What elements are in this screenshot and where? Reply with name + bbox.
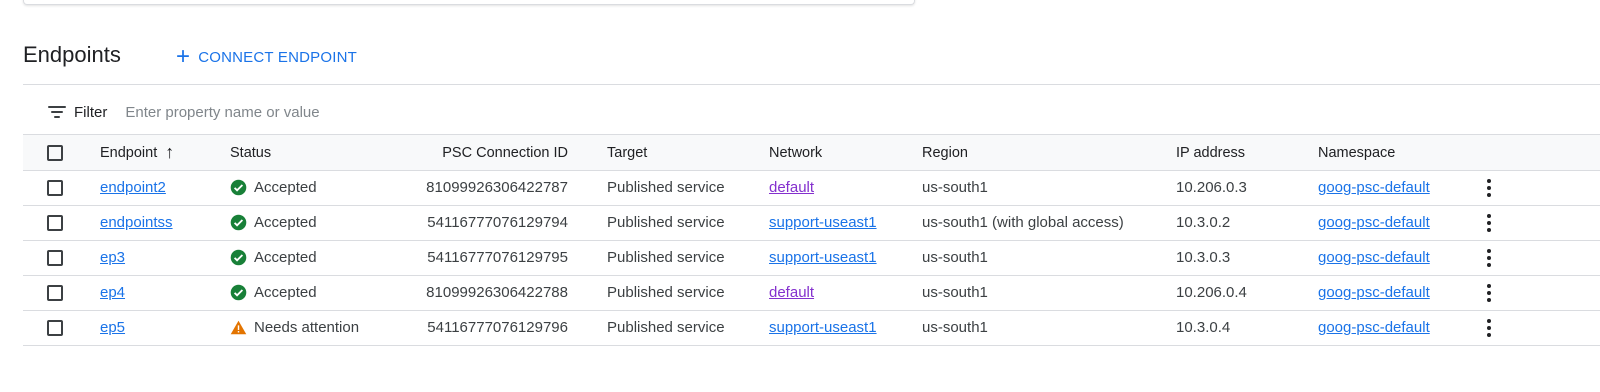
more-vert-icon[interactable]: [1484, 213, 1494, 232]
target-text: Published service: [607, 284, 725, 301]
status-text: Accepted: [254, 284, 317, 301]
column-header-ip-address[interactable]: IP address: [1176, 135, 1245, 170]
status-cell: Accepted: [230, 275, 317, 310]
target-text: Published service: [607, 179, 725, 196]
status-text: Accepted: [254, 214, 317, 231]
ip-address-text: 10.3.0.3: [1176, 249, 1231, 266]
network-link[interactable]: support-useast1: [769, 319, 877, 336]
status-cell: Needs attention: [230, 310, 359, 345]
region-text: us-south1: [922, 179, 988, 196]
region-text: us-south1: [922, 284, 988, 301]
check-circle-icon: [230, 249, 247, 266]
ip-address-text: 10.206.0.4: [1176, 284, 1247, 301]
status-cell: Accepted: [230, 205, 317, 240]
warning-triangle-icon: [230, 320, 247, 335]
select-all-checkbox[interactable]: [47, 144, 63, 161]
filter-icon[interactable]: [48, 105, 66, 119]
psc-connection-id: 54116777076129794: [427, 214, 568, 231]
filter-bar: Filter: [48, 98, 526, 126]
region-text: us-south1: [922, 249, 988, 266]
status-text: Accepted: [254, 249, 317, 266]
endpoint-link[interactable]: endpointss: [100, 214, 173, 231]
table-header: Endpoint ↑ Status PSC Connection ID Targ…: [23, 134, 1600, 171]
region-text: us-south1 (with global access): [922, 214, 1124, 231]
psc-connection-id: 81099926306422788: [426, 284, 568, 301]
table-row: ep5 Needs attention 54116777076129796 Pu…: [23, 310, 1600, 346]
column-header-psc-connection-id[interactable]: PSC Connection ID: [418, 135, 568, 170]
table-row: endpoint2 Accepted 81099926306422787 Pub…: [23, 170, 1600, 206]
namespace-link[interactable]: goog-psc-default: [1318, 319, 1430, 336]
table-row: ep4 Accepted 81099926306422788 Published…: [23, 275, 1600, 311]
column-header-namespace[interactable]: Namespace: [1318, 135, 1395, 170]
endpoint-link[interactable]: ep5: [100, 319, 125, 336]
plus-icon: +: [176, 43, 191, 70]
filter-label: Filter: [74, 103, 108, 121]
endpoint-link[interactable]: endpoint2: [100, 179, 166, 196]
target-text: Published service: [607, 214, 725, 231]
region-text: us-south1: [922, 319, 988, 336]
endpoint-link[interactable]: ep4: [100, 284, 125, 301]
column-header-status[interactable]: Status: [230, 135, 271, 170]
check-circle-icon: [230, 284, 247, 301]
connect-endpoint-button[interactable]: + CONNECT ENDPOINT: [176, 44, 357, 70]
top-card-edge: [23, 0, 915, 5]
column-header-network[interactable]: Network: [769, 135, 822, 170]
row-checkbox[interactable]: [47, 249, 63, 266]
namespace-link[interactable]: goog-psc-default: [1318, 284, 1430, 301]
target-text: Published service: [607, 319, 725, 336]
divider: [23, 84, 1600, 85]
column-header-target[interactable]: Target: [607, 135, 647, 170]
arrow-up-icon[interactable]: ↑: [165, 142, 174, 163]
row-checkbox[interactable]: [47, 284, 63, 301]
more-vert-icon[interactable]: [1484, 318, 1494, 337]
more-vert-icon[interactable]: [1484, 283, 1494, 302]
ip-address-text: 10.206.0.3: [1176, 179, 1247, 196]
status-cell: Accepted: [230, 170, 317, 205]
table-row: ep3 Accepted 54116777076129795 Published…: [23, 240, 1600, 276]
row-checkbox[interactable]: [47, 319, 63, 336]
network-link[interactable]: support-useast1: [769, 214, 877, 231]
status-cell: Accepted: [230, 240, 317, 275]
psc-connection-id: 81099926306422787: [426, 179, 568, 196]
column-header-region[interactable]: Region: [922, 135, 968, 170]
ip-address-text: 10.3.0.4: [1176, 319, 1231, 336]
more-vert-icon[interactable]: [1484, 248, 1494, 267]
connect-endpoint-label: CONNECT ENDPOINT: [198, 48, 357, 66]
namespace-link[interactable]: goog-psc-default: [1318, 214, 1430, 231]
target-text: Published service: [607, 249, 725, 266]
endpoint-link[interactable]: ep3: [100, 249, 125, 266]
check-circle-icon: [230, 179, 247, 196]
psc-connection-id: 54116777076129796: [427, 319, 568, 336]
status-text: Accepted: [254, 179, 317, 196]
page-title: Endpoints: [23, 42, 121, 67]
check-circle-icon: [230, 214, 247, 231]
table-row: endpointss Accepted 54116777076129794 Pu…: [23, 205, 1600, 241]
more-vert-icon[interactable]: [1484, 178, 1494, 197]
network-link[interactable]: default: [769, 179, 814, 196]
column-label: Endpoint: [100, 144, 158, 161]
namespace-link[interactable]: goog-psc-default: [1318, 249, 1430, 266]
row-checkbox[interactable]: [47, 179, 63, 196]
ip-address-text: 10.3.0.2: [1176, 214, 1231, 231]
status-text: Needs attention: [254, 319, 360, 336]
network-link[interactable]: support-useast1: [769, 249, 877, 266]
column-header-endpoint[interactable]: Endpoint ↑: [100, 135, 174, 170]
namespace-link[interactable]: goog-psc-default: [1318, 179, 1430, 196]
network-link[interactable]: default: [769, 284, 814, 301]
row-checkbox[interactable]: [47, 214, 63, 231]
psc-connection-id: 54116777076129795: [427, 249, 568, 266]
filter-input[interactable]: [125, 103, 526, 121]
